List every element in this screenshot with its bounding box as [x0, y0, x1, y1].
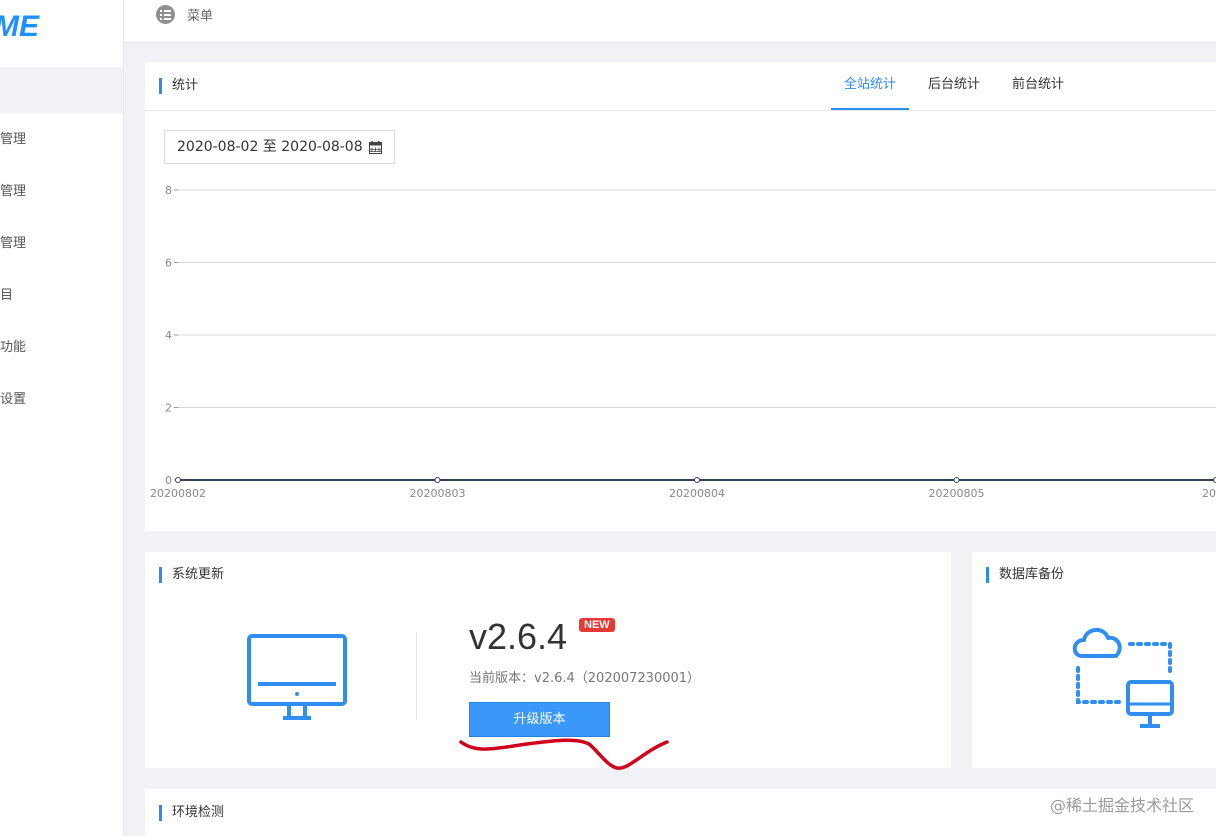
- stats-tabs: 全站统计 后台统计 前台统计: [831, 62, 1083, 110]
- current-version-text: 当前版本：v2.6.4（202007230001）: [469, 671, 701, 686]
- sidebar-item-label: 管理: [0, 132, 27, 147]
- y-tick-label: 2: [165, 402, 172, 415]
- sidebar-item-4[interactable]: 目: [0, 281, 13, 311]
- sidebar-active-item[interactable]: [0, 67, 123, 113]
- data-point: [175, 477, 181, 483]
- sidebar-item-3[interactable]: 管理: [0, 229, 26, 259]
- system-update-card: 系统更新 v2.6.4 NEW 当前版本：v2.6.4（202007230001…: [145, 552, 951, 770]
- sidebar-item-6[interactable]: 设置: [0, 385, 26, 415]
- menu-label[interactable]: 菜单: [187, 5, 213, 24]
- update-divider: [416, 632, 417, 720]
- stats-card: 统计 全站统计 后台统计 前台统计 2020-08-02 至 2020-08-0…: [145, 62, 1216, 531]
- database-backup-title: 数据库备份: [986, 567, 1064, 583]
- monitor-icon: [247, 634, 347, 720]
- sidebar-item-1[interactable]: 管理: [0, 125, 26, 155]
- y-tick-label: 8: [165, 184, 172, 197]
- menu-icon[interactable]: [156, 5, 175, 24]
- system-update-title: 系统更新: [159, 567, 224, 583]
- data-point: [694, 477, 700, 483]
- x-tick-label: 20200805: [929, 487, 985, 500]
- version-number: v2.6.4: [469, 616, 568, 657]
- sidebar: ME 管理 管理 管理 目 功能 设置: [0, 0, 124, 836]
- logo: ME: [0, 10, 40, 42]
- x-tick-label: 20200804: [669, 487, 725, 500]
- x-tick-label: 20200802: [150, 487, 206, 500]
- top-bar: 菜单: [124, 0, 1216, 43]
- sidebar-item-label: 管理: [0, 236, 27, 251]
- date-range-picker[interactable]: 2020-08-02 至 2020-08-08: [164, 130, 396, 164]
- sidebar-item-label: 目: [0, 288, 14, 303]
- watermark: @稀土掘金技术社区: [1049, 796, 1194, 815]
- sidebar-item-label: 设置: [0, 392, 27, 407]
- red-underline-annotation: [459, 738, 669, 770]
- date-range-value: 2020-08-02 至 2020-08-08: [177, 139, 363, 155]
- tabs-divider: [145, 110, 1216, 111]
- cloud-transfer-icon[interactable]: [1072, 622, 1176, 730]
- tab-site-stats[interactable]: 全站统计: [831, 62, 910, 110]
- sidebar-item-5[interactable]: 功能: [0, 333, 26, 363]
- stats-line-chart: 0 2 4 6 8 20200802 20200803 20200804 20200805 202…: [150, 184, 1216, 500]
- x-tick-label: 2020: [1202, 487, 1216, 500]
- new-badge: NEW: [579, 618, 615, 632]
- data-point: [434, 477, 441, 483]
- sidebar-item-label: 管理: [0, 184, 27, 199]
- y-tick-label: 6: [165, 257, 172, 270]
- stats-title: 统计: [159, 78, 198, 94]
- environment-check-title: 环境检测: [159, 805, 224, 821]
- calendar-icon: [369, 140, 383, 154]
- sidebar-item-2[interactable]: 管理: [0, 177, 26, 207]
- data-point: [953, 477, 960, 483]
- upgrade-button[interactable]: 升级版本: [469, 702, 610, 737]
- logo-text: ME: [0, 10, 40, 42]
- y-tick-label: 4: [165, 329, 172, 342]
- tab-backend-stats[interactable]: 后台统计: [915, 62, 993, 110]
- tab-frontend-stats[interactable]: 前台统计: [999, 62, 1077, 110]
- database-backup-card: 数据库备份: [972, 552, 1216, 768]
- x-tick-label: 20200803: [410, 487, 466, 500]
- y-tick-label: 0: [165, 474, 172, 487]
- sidebar-item-label: 功能: [0, 340, 27, 355]
